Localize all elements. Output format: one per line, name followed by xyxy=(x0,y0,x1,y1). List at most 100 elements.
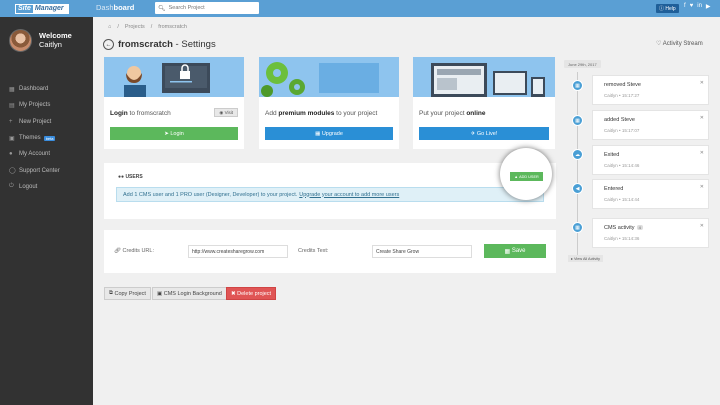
go-live-card: Put your project online ✈ Go Live! xyxy=(413,57,555,149)
user-name: Caitlyn xyxy=(39,40,62,49)
activity-time: 15:17:07 xyxy=(621,128,640,133)
activity-title: CMS activity 4 xyxy=(604,225,643,231)
twitter-icon[interactable]: ♥ xyxy=(690,3,694,10)
go-live-text-bold: online xyxy=(466,110,486,117)
sidebar-item-my-account[interactable]: ● My Account xyxy=(0,146,93,162)
calendar-icon: ▦ xyxy=(572,115,583,126)
activity-count-badge: 4 xyxy=(636,225,643,230)
sidebar-item-logout[interactable]: ⏻ Logout xyxy=(0,179,93,195)
activity-item: Exited Caitlyn • 15:14:46 ✕ xyxy=(592,145,709,175)
go-live-button-label: Go Live! xyxy=(476,130,498,137)
go-live-button[interactable]: ✈ Go Live! xyxy=(419,127,549,140)
activity-item: Entered Caitlyn • 15:14:44 ✕ xyxy=(592,179,709,209)
search-input[interactable] xyxy=(168,5,255,11)
login-button-label: Login xyxy=(170,130,184,137)
delete-project-button[interactable]: ✖ Delete project xyxy=(226,287,277,300)
sidebar-item-support-center[interactable]: ◯ Support Center xyxy=(0,162,93,178)
credits-panel: 🔗︎ Credits URL: Credits Text: ▦ Save xyxy=(104,230,556,273)
arrow-left-icon: ← xyxy=(105,41,112,48)
upgrade-account-link[interactable]: Upgrade your account to add more users xyxy=(299,192,399,198)
add-user-button[interactable]: ▲ ADD USER xyxy=(510,172,543,181)
page-title: fromscratch - Settings xyxy=(118,39,216,50)
sidebar-item-label: My Projects xyxy=(19,102,51,109)
sidebar-item-label: Dashboard xyxy=(19,86,49,93)
view-all-activity-label: View All Activity xyxy=(573,256,601,261)
home-icon[interactable]: ⌂ xyxy=(108,24,111,30)
close-icon[interactable]: ✕ xyxy=(700,150,704,156)
credits-text-input[interactable] xyxy=(372,245,472,258)
close-icon[interactable]: ✕ xyxy=(700,184,704,190)
sidebar-item-label: Logout xyxy=(19,183,38,190)
gears-illustration xyxy=(259,57,399,97)
visit-button[interactable]: ◉ Visit xyxy=(214,108,238,117)
beta-badge: beta xyxy=(43,135,56,141)
activity-time: 15:14:44 xyxy=(621,197,640,202)
breadcrumb-current: fromscratch xyxy=(158,24,187,30)
login-text-bold: Login xyxy=(110,110,128,117)
social-links: f ♥ in ▶ xyxy=(684,3,711,10)
activity-user: Caitlyn xyxy=(604,236,618,241)
close-icon[interactable]: ✕ xyxy=(700,80,704,86)
copy-project-button[interactable]: ⧉ Copy Project xyxy=(104,287,151,300)
cms-login-background-button[interactable]: ▣ CMS Login Background xyxy=(152,287,227,300)
help-button[interactable]: ⓘ Help xyxy=(656,4,679,13)
youtube-icon[interactable]: ▶ xyxy=(706,3,711,10)
save-button-label: Save xyxy=(511,248,526,254)
logo-text-site: Site xyxy=(18,5,31,12)
activity-user: Caitlyn xyxy=(604,93,618,98)
sidebar-item-dashboard[interactable]: ▦ Dashboard xyxy=(0,81,93,97)
view-all-activity-button[interactable]: ▸ View All Activity xyxy=(568,255,604,262)
breadcrumb: ⌂ / Projects / fromscratch xyxy=(108,24,187,30)
project-name: fromscratch xyxy=(118,39,173,50)
avatar[interactable] xyxy=(9,29,32,52)
site-manager-logo[interactable]: Site Manager xyxy=(15,3,69,14)
facebook-icon[interactable]: f xyxy=(684,3,686,10)
folder-icon: ▤ xyxy=(9,102,15,109)
help-label: Help xyxy=(665,5,676,12)
upgrade-text-pre: Add xyxy=(265,110,279,117)
credits-url-input[interactable] xyxy=(188,245,288,258)
search-box[interactable]: 🔍︎ xyxy=(155,2,259,14)
login-text-rest: to fromscratch xyxy=(127,110,171,117)
calendar-icon: ▦ xyxy=(572,80,583,91)
grid-icon: ▦ xyxy=(315,130,322,137)
login-illustration xyxy=(104,57,244,97)
timeline-line xyxy=(577,72,578,262)
upgrade-button[interactable]: ▦ Upgrade xyxy=(265,127,393,140)
go-live-text-pre: Put your project xyxy=(419,110,467,117)
sidebar-item-my-projects[interactable]: ▤ My Projects xyxy=(0,97,93,113)
heartbeat-icon: ♡ xyxy=(656,41,663,47)
sidebar-item-new-project[interactable]: + New Project xyxy=(0,114,93,130)
linkedin-icon[interactable]: in xyxy=(697,3,702,10)
credits-url-label-text: Credits URL: xyxy=(122,248,154,254)
login-button[interactable]: ➤ Login xyxy=(110,127,238,140)
activity-stream-link[interactable]: ♡ Activity Stream xyxy=(656,40,703,47)
users-panel: ●● USERS Add 1 CMS user and 1 PRO user (… xyxy=(104,163,556,219)
close-icon[interactable]: ✕ xyxy=(700,115,704,121)
sidebar-item-label: Themes xyxy=(19,135,41,142)
search-icon: 🔍︎ xyxy=(158,5,166,12)
top-bar: Site Manager Dashboard 🔍︎ ⓘ Help f ♥ in … xyxy=(0,0,720,17)
activity-title: removed Steve xyxy=(604,82,641,88)
credits-url-label: 🔗︎ Credits URL: xyxy=(114,248,154,254)
login-card: Login to fromscratch ◉ Visit ➤ Login xyxy=(104,57,244,149)
activity-item: added Steve Caitlyn • 15:17:07 ✕ xyxy=(592,110,709,140)
user-icon: ● xyxy=(9,151,13,158)
save-button[interactable]: ▦ Save xyxy=(484,244,546,258)
activity-title: Exited xyxy=(604,152,620,158)
close-icon[interactable]: ✕ xyxy=(700,223,704,229)
dashboard-link[interactable]: Dashboard xyxy=(96,3,134,12)
cloud-icon: ☁ xyxy=(572,149,583,160)
breadcrumb-projects[interactable]: Projects xyxy=(125,24,145,30)
upgrade-button-label: Upgrade xyxy=(321,130,343,137)
activity-date-badge: June 29th, 2017 xyxy=(564,60,601,68)
breadcrumb-separator: / xyxy=(117,24,119,30)
dashboard-link-label-bold: board xyxy=(113,3,135,12)
back-button[interactable]: ← xyxy=(103,39,114,50)
welcome-block: Welcome Caitlyn xyxy=(39,31,72,49)
plus-icon: + xyxy=(9,118,13,125)
activity-title: added Steve xyxy=(604,117,635,123)
upgrade-card-text: Add premium modules to your project xyxy=(265,110,377,117)
activity-meta: Caitlyn • 15:17:07 xyxy=(604,128,640,133)
sidebar-item-themes[interactable]: ▣ Themes beta xyxy=(0,130,93,146)
